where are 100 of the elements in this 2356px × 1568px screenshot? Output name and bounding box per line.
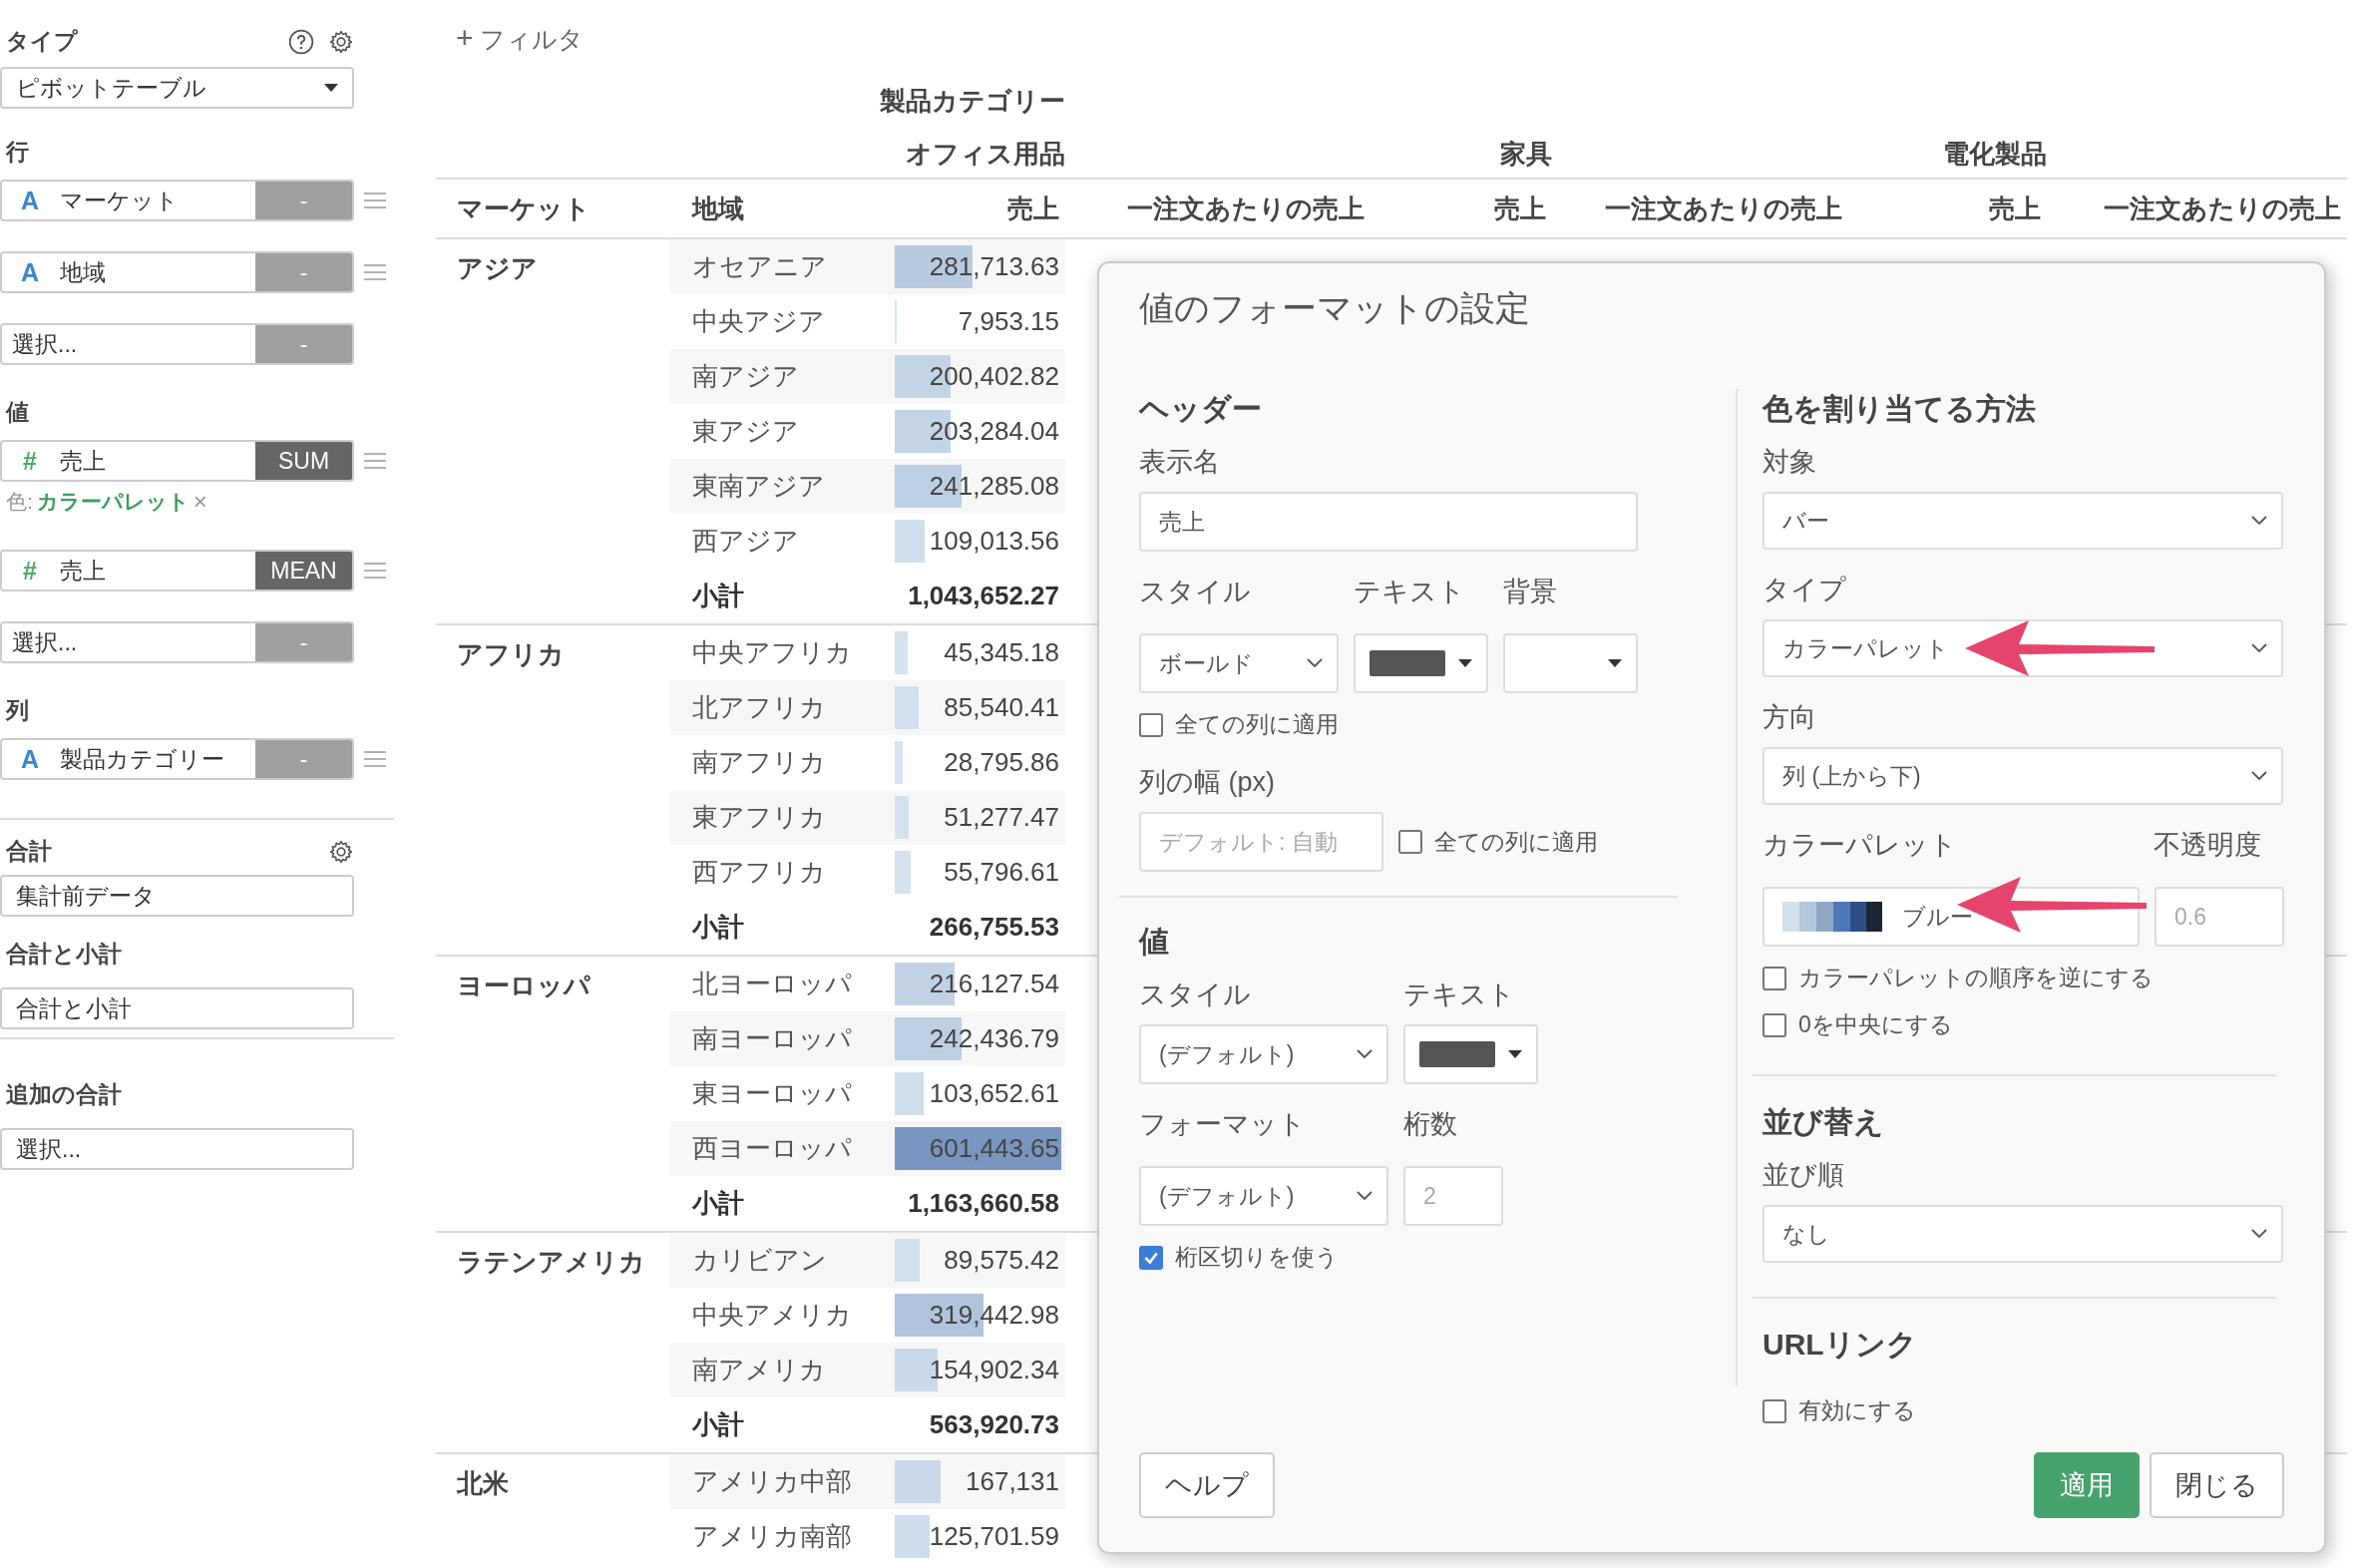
section-heading: ヘッダー [1139, 391, 1263, 427]
region-cell: カリビアン [692, 1245, 827, 1275]
field-label: カラーパレット [1763, 829, 1958, 862]
category-header: 電化製品 [1943, 137, 2047, 171]
field-label: 並び順 [1763, 1159, 1845, 1192]
column-header: 一注文あたりの売上 [2104, 193, 2341, 223]
chevron-down-icon [2251, 771, 2267, 781]
drag-handle-icon[interactable] [364, 563, 386, 579]
section-label: 値 [4, 398, 29, 427]
style-dropdown[interactable]: ボールド [1139, 633, 1339, 693]
section-label: 合計と小計 [5, 940, 122, 969]
dialog-title: 値のフォーマットの設定 [1139, 287, 1531, 329]
region-cell: 西ヨーロッパ [692, 1133, 852, 1163]
section-label: 追加の合計 [5, 1080, 122, 1109]
caret-icon [324, 84, 338, 92]
aggregation-button[interactable]: MEAN [255, 552, 352, 589]
region-cell: アメリカ中部 [692, 1466, 852, 1496]
region-cell: アメリカ南部 [692, 1521, 852, 1551]
format-dropdown[interactable]: (デフォルト) [1139, 1166, 1388, 1226]
sales-cell: 45,345.18 [944, 637, 1059, 668]
sales-cell: 55,796.61 [944, 857, 1059, 888]
background-color-picker[interactable] [1503, 633, 1638, 693]
region-cell: 東ヨーロッパ [692, 1078, 852, 1108]
sort-order-dropdown[interactable]: なし [1763, 1205, 2283, 1263]
value-style-dropdown[interactable]: (デフォルト) [1139, 1024, 1388, 1084]
section-heading: 値 [1139, 924, 1170, 960]
checkbox[interactable] [1763, 1398, 1786, 1423]
dialog-button[interactable]: 閉じる [2150, 1452, 2284, 1518]
drag-handle-icon[interactable] [364, 264, 386, 280]
field-name: 選択... [11, 329, 79, 359]
field-pill[interactable]: # 売上 SUM [0, 440, 354, 482]
section-heading: 色を割り当てる方法 [1763, 391, 2037, 427]
field-label: タイプ [1763, 574, 1847, 606]
drag-handle-icon[interactable] [364, 453, 386, 469]
sales-cell: 7,953.15 [958, 306, 1059, 337]
color-label: 色: [6, 489, 33, 515]
checkbox[interactable] [1139, 712, 1163, 737]
column-header: 売上 [1007, 193, 1059, 223]
text-color-picker[interactable] [1403, 1024, 1538, 1084]
column-width-field[interactable]: デフォルト: 自動 [1139, 812, 1383, 872]
checkbox[interactable] [1763, 966, 1786, 990]
target-dropdown[interactable]: バー [1763, 492, 2283, 550]
text-color-picker[interactable] [1354, 633, 1488, 693]
help-icon[interactable] [288, 28, 314, 55]
field-label: スタイル [1139, 576, 1252, 608]
column-header: 売上 [1494, 193, 1546, 223]
market-cell: アフリカ [457, 639, 565, 669]
add-filter-button[interactable]: + フィルタ [456, 18, 585, 58]
total-dropdown[interactable]: 集計前データ [0, 875, 354, 917]
region-cell: 北アフリカ [692, 692, 826, 722]
number-type-icon: # [10, 446, 50, 476]
checkbox-label: カラーパレットの順序を逆にする [1798, 964, 2154, 992]
checkbox[interactable] [1398, 830, 1422, 854]
chart-type-dropdown[interactable]: ピボットテーブル [0, 67, 354, 109]
sales-cell: 89,575.42 [944, 1245, 1059, 1276]
dialog-button[interactable]: ヘルプ [1139, 1452, 1275, 1518]
field-label: 背景 [1503, 576, 1557, 608]
subtotal-cell: 1,163,660.58 [908, 1188, 1059, 1219]
checkbox-label: 0を中央にする [1798, 1010, 1953, 1039]
field-pill[interactable]: 選択... - [0, 323, 354, 365]
aggregation-button[interactable]: SUM [255, 442, 352, 480]
field-label: 表示名 [1139, 446, 1221, 479]
subtotal-label: 小計 [692, 912, 744, 942]
section-label: 合計 [5, 837, 52, 866]
subtotal-cell: 1,043,652.27 [908, 581, 1059, 611]
drag-handle-icon[interactable] [364, 193, 386, 208]
field-label: 対象 [1763, 446, 1817, 479]
color-type-dropdown[interactable]: カラーパレット [1763, 619, 2283, 677]
opacity-field[interactable]: 0.6 [2155, 887, 2284, 947]
checkbox[interactable] [1139, 1245, 1163, 1270]
field-label: 列の幅 (px) [1139, 766, 1276, 799]
sales-cell: 103,652.61 [929, 1078, 1059, 1109]
subtotal-dropdown[interactable]: 合計と小計 [0, 987, 354, 1029]
sales-cell: 28,795.86 [944, 747, 1059, 778]
direction-dropdown[interactable]: 列 (上から下) [1763, 747, 2283, 805]
sales-cell: 319,442.98 [929, 1300, 1059, 1331]
sales-cell: 51,277.47 [944, 802, 1059, 833]
region-cell: 中央アフリカ [692, 637, 852, 667]
checkbox[interactable] [1763, 1012, 1786, 1037]
field-pill[interactable]: A 地域 - [0, 251, 354, 293]
digits-field[interactable]: 2 [1403, 1166, 1503, 1226]
field-pill[interactable]: 選択... - [0, 621, 354, 663]
display-name-field[interactable]: 売上 [1139, 492, 1638, 552]
caret-icon [1608, 659, 1622, 667]
drag-handle-icon[interactable] [364, 751, 386, 767]
field-pill[interactable]: A マーケット - [0, 180, 354, 221]
sales-cell: 125,701.59 [929, 1521, 1059, 1552]
field-label: 方向 [1763, 701, 1817, 734]
market-cell: アジア [457, 253, 538, 283]
region-cell: 南アメリカ [692, 1355, 826, 1384]
market-cell: ラテンアメリカ [457, 1247, 645, 1277]
field-pill[interactable]: # 売上 MEAN [0, 550, 354, 591]
settings-icon[interactable] [328, 838, 354, 865]
field-pill[interactable]: A 製品カテゴリー - [0, 738, 354, 780]
text-type-icon: A [10, 186, 50, 215]
palette-gradient-icon [1782, 902, 1882, 932]
settings-icon[interactable] [328, 28, 354, 55]
market-cell: 北米 [457, 1468, 509, 1498]
extra-total-dropdown[interactable]: 選択... [0, 1128, 354, 1170]
field-name: マーケット [59, 186, 180, 215]
